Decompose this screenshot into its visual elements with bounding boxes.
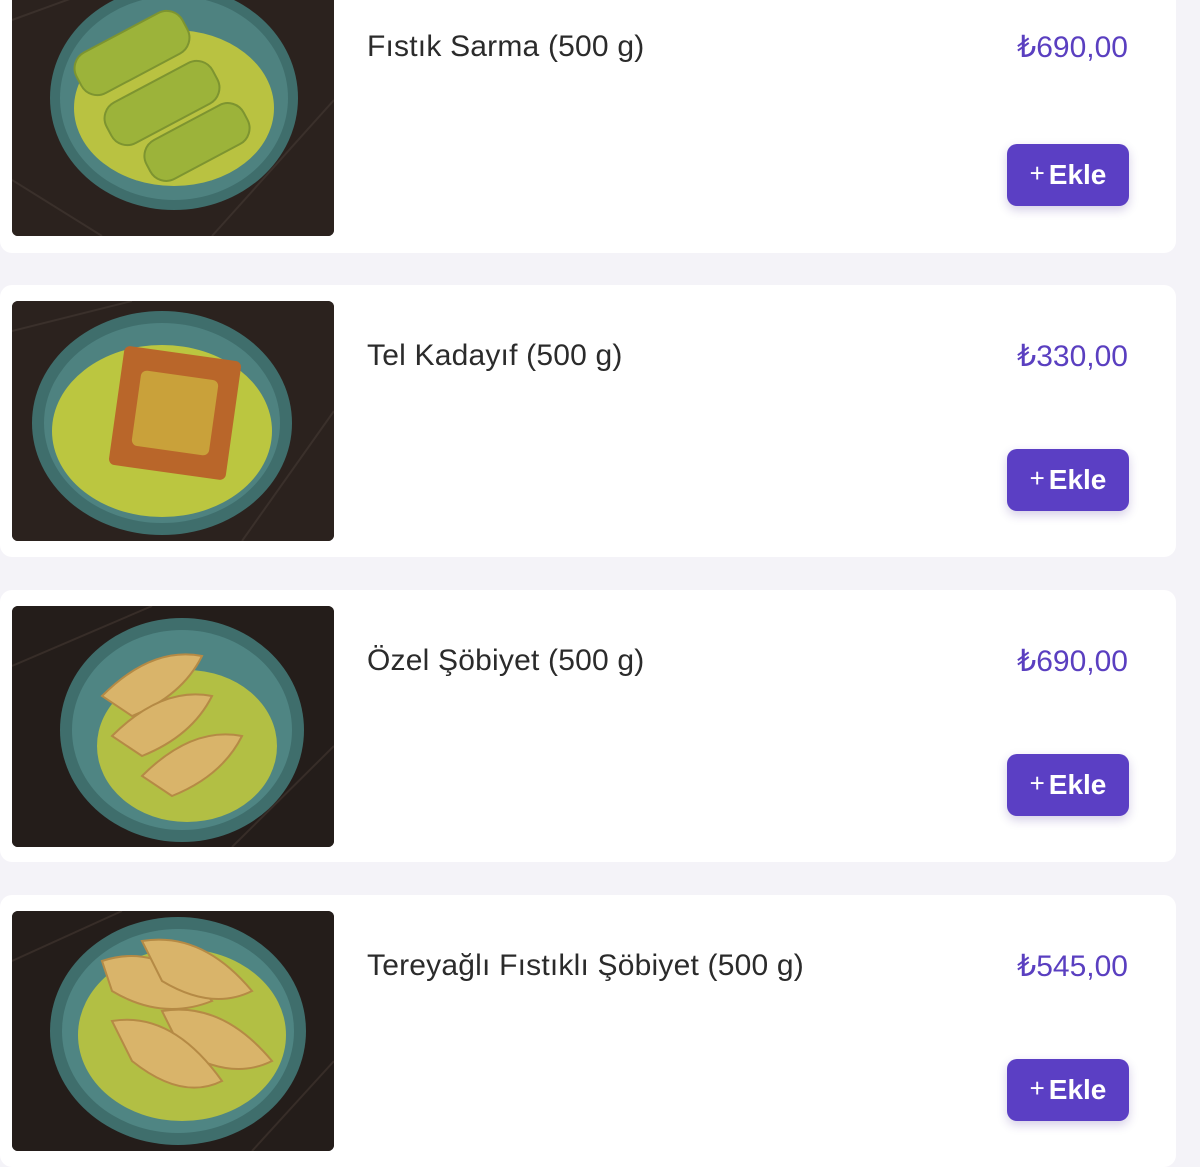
plus-icon: + bbox=[1029, 1073, 1045, 1103]
add-to-cart-button[interactable]: + Ekle bbox=[1007, 754, 1129, 816]
add-to-cart-button[interactable]: + Ekle bbox=[1007, 144, 1129, 206]
add-button-label: Ekle bbox=[1048, 464, 1107, 495]
plus-icon: + bbox=[1029, 158, 1045, 188]
product-price: ₺330,00 bbox=[1017, 340, 1128, 373]
plus-icon: + bbox=[1029, 463, 1045, 493]
product-price: ₺545,00 bbox=[1017, 950, 1128, 983]
product-card: Fıstık Sarma (500 g) ₺690,00 + Ekle bbox=[0, 0, 1176, 253]
product-card: Özel Şöbiyet (500 g) ₺690,00 + Ekle bbox=[0, 590, 1176, 862]
product-image[interactable] bbox=[12, 606, 334, 847]
product-card: Tel Kadayıf (500 g) ₺330,00 + Ekle bbox=[0, 285, 1176, 557]
product-card: Tereyağlı Fıstıklı Şöbiyet (500 g) ₺545,… bbox=[0, 895, 1176, 1167]
product-image[interactable] bbox=[12, 911, 334, 1151]
plus-icon: + bbox=[1029, 768, 1045, 798]
add-to-cart-button[interactable]: + Ekle bbox=[1007, 449, 1129, 511]
product-name: Tel Kadayıf (500 g) bbox=[367, 339, 623, 372]
add-button-label: Ekle bbox=[1048, 159, 1107, 190]
product-price: ₺690,00 bbox=[1017, 645, 1128, 678]
product-price: ₺690,00 bbox=[1017, 31, 1128, 64]
product-image[interactable] bbox=[12, 0, 334, 236]
add-to-cart-button[interactable]: + Ekle bbox=[1007, 1059, 1129, 1121]
add-button-label: Ekle bbox=[1048, 1074, 1107, 1105]
product-name: Özel Şöbiyet (500 g) bbox=[367, 644, 645, 677]
product-name: Fıstık Sarma (500 g) bbox=[367, 30, 645, 63]
product-name: Tereyağlı Fıstıklı Şöbiyet (500 g) bbox=[367, 949, 804, 982]
add-button-label: Ekle bbox=[1048, 769, 1107, 800]
product-image[interactable] bbox=[12, 301, 334, 541]
